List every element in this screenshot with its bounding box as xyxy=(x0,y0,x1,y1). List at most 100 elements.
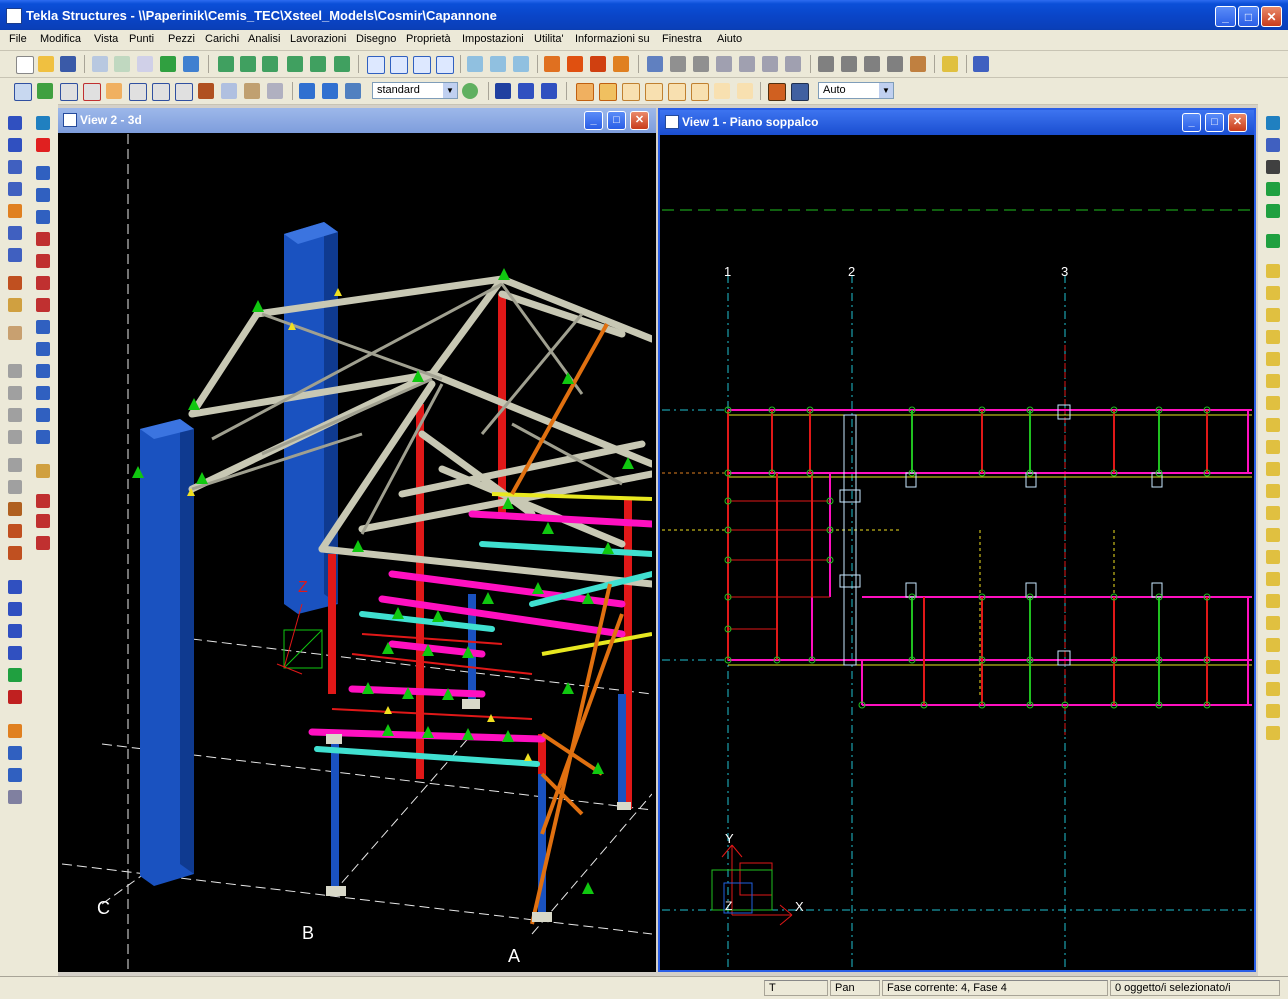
pad-footing-icon[interactable] xyxy=(8,326,22,340)
pointer-icon[interactable] xyxy=(495,83,511,99)
view-3d-canvas[interactable]: C B A Z xyxy=(62,134,652,970)
snap-plane-icon[interactable] xyxy=(768,83,786,101)
mirror-icon[interactable] xyxy=(287,56,303,72)
view-maximize-button[interactable]: □ xyxy=(607,111,626,130)
menu-analisi[interactable]: Analisi xyxy=(248,33,280,45)
view-plan-titlebar[interactable]: View 1 - Piano soppalco _ □ ✕ xyxy=(660,110,1254,135)
select-gridline-icon[interactable] xyxy=(83,83,101,101)
line-load-icon[interactable] xyxy=(8,602,22,616)
clash-icon[interactable] xyxy=(670,56,686,72)
perpendicular-icon[interactable] xyxy=(36,386,50,400)
view-3d-icon[interactable] xyxy=(513,56,529,72)
connection-10-icon[interactable] xyxy=(1266,462,1280,476)
select-welds-icon[interactable] xyxy=(198,83,214,99)
window-3-icon[interactable] xyxy=(413,56,431,74)
menu-pezzi[interactable]: Pezzi xyxy=(168,33,195,45)
view-minimize-button[interactable]: _ xyxy=(584,111,603,130)
select-assembly-icon[interactable] xyxy=(299,83,315,99)
snap-endpoints-icon[interactable] xyxy=(645,83,663,101)
new-icon[interactable] xyxy=(16,56,34,74)
rotate-icon[interactable] xyxy=(262,56,278,72)
menu-finestra[interactable]: Finestra xyxy=(662,33,702,45)
drawing-list-icon[interactable] xyxy=(137,56,153,72)
measure-angle-icon[interactable] xyxy=(864,56,880,72)
menu-punti[interactable]: Punti xyxy=(129,33,154,45)
view-3d-window[interactable]: View 2 - 3d _ □ ✕ C B A Z xyxy=(58,108,656,972)
circle-point-icon[interactable] xyxy=(36,364,50,378)
select-filter-icon[interactable] xyxy=(345,83,361,99)
connection-8-icon[interactable] xyxy=(1266,418,1280,432)
analysis-model-icon[interactable] xyxy=(8,746,22,760)
view-close-button[interactable]: ✕ xyxy=(1228,113,1247,132)
connection-13-icon[interactable] xyxy=(1266,528,1280,542)
clip-icon[interactable] xyxy=(739,56,755,72)
snap-perpendicular-icon[interactable] xyxy=(737,83,753,99)
connection-7-icon[interactable] xyxy=(1266,396,1280,410)
snap-points-icon[interactable] xyxy=(622,83,640,101)
concrete-panel-icon[interactable] xyxy=(8,408,22,422)
reinforcing-mesh-icon[interactable] xyxy=(8,524,22,538)
along-line-icon[interactable] xyxy=(36,276,50,290)
snap-depth-combo[interactable]: Auto ▼ xyxy=(818,82,894,99)
connection-12-icon[interactable] xyxy=(1266,506,1280,520)
window-list-icon[interactable] xyxy=(436,56,454,74)
redo-icon[interactable] xyxy=(541,83,557,99)
concrete-beam-icon[interactable] xyxy=(8,386,22,400)
view-maximize-button[interactable]: □ xyxy=(1205,113,1224,132)
select-object-icon[interactable] xyxy=(322,83,338,99)
temperature-load-icon[interactable] xyxy=(8,690,22,704)
menu-lavorazioni[interactable]: Lavorazioni xyxy=(290,33,346,45)
view-plane-icon[interactable] xyxy=(490,56,506,72)
snap-reference-icon[interactable] xyxy=(576,83,594,101)
select-bolts-icon[interactable] xyxy=(244,83,260,99)
snap-intersection-icon[interactable] xyxy=(714,83,730,99)
plate-icon[interactable] xyxy=(8,204,22,218)
menu-informazioni[interactable]: Informazioni su xyxy=(575,33,650,45)
construction-arc-icon[interactable] xyxy=(36,536,50,550)
connection-15-icon[interactable] xyxy=(1266,572,1280,586)
undo-icon[interactable] xyxy=(518,83,534,99)
point-row-icon[interactable] xyxy=(36,138,50,152)
connection-16-icon[interactable] xyxy=(1266,594,1280,608)
report-icon[interactable] xyxy=(114,56,130,72)
view-3d-titlebar[interactable]: View 2 - 3d _ □ ✕ xyxy=(58,108,656,133)
tangent-icon[interactable] xyxy=(36,342,50,356)
render-icon[interactable] xyxy=(544,56,560,72)
shaded-icon[interactable] xyxy=(567,56,583,72)
web-icon[interactable] xyxy=(183,56,199,72)
concrete-pad-icon[interactable] xyxy=(8,480,22,494)
intersect-icon[interactable] xyxy=(36,188,50,202)
help-icon[interactable] xyxy=(973,56,989,72)
selection-filter-combo[interactable]: standard ▼ xyxy=(372,82,458,99)
connection-4-icon[interactable] xyxy=(1266,330,1280,344)
view-plan-window[interactable]: View 1 - Piano soppalco _ □ ✕ 1 2 3 Y X … xyxy=(658,108,1256,972)
concrete-slab-icon[interactable] xyxy=(8,430,22,444)
connection-20-icon[interactable] xyxy=(1266,682,1280,696)
reinforcing-strand-icon[interactable] xyxy=(8,546,22,560)
construction-line-icon[interactable] xyxy=(36,494,50,508)
curved-beam-icon[interactable] xyxy=(8,182,22,196)
wind-load-icon[interactable] xyxy=(8,668,22,682)
arrow-left-icon[interactable] xyxy=(1266,182,1280,196)
zoom-icon[interactable] xyxy=(647,56,663,72)
beam-icon[interactable] xyxy=(8,116,22,130)
measure-bolt-icon[interactable] xyxy=(910,56,926,72)
weld-icon[interactable] xyxy=(693,56,709,72)
connection-9-icon[interactable] xyxy=(1266,440,1280,454)
connection-3-icon[interactable] xyxy=(1266,308,1280,322)
bolt-group-icon[interactable] xyxy=(8,276,22,290)
connection-14-icon[interactable] xyxy=(1266,550,1280,564)
maximize-button[interactable]: □ xyxy=(1238,6,1259,27)
bolt-point-icon[interactable] xyxy=(36,430,50,444)
connection-11-icon[interactable] xyxy=(1266,484,1280,498)
arc-point-icon[interactable] xyxy=(36,320,50,334)
select-cut-icon[interactable] xyxy=(152,83,170,101)
close-button[interactable]: ✕ xyxy=(1261,6,1282,27)
parallel-points-icon[interactable] xyxy=(36,232,50,246)
move-icon[interactable] xyxy=(218,56,234,72)
menu-modifica[interactable]: Modifica xyxy=(40,33,81,45)
concrete-strip-icon[interactable] xyxy=(8,458,22,472)
analysis-results-icon[interactable] xyxy=(8,790,22,804)
copy-object-icon[interactable] xyxy=(334,56,350,72)
connection-5-icon[interactable] xyxy=(1266,352,1280,366)
